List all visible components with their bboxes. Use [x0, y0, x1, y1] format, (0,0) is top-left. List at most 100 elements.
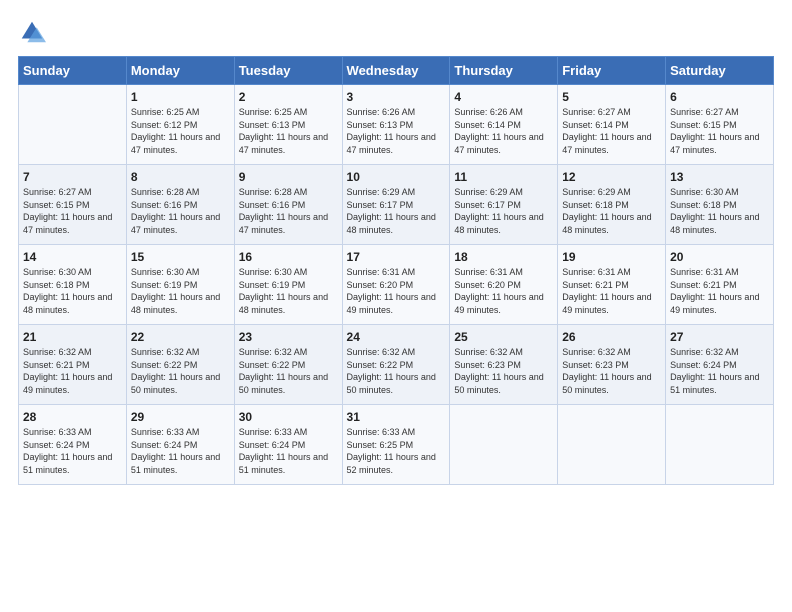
calendar-cell: 28Sunrise: 6:33 AMSunset: 6:24 PMDayligh… [19, 405, 127, 485]
calendar-cell: 31 Sunrise: 6:33 AMSunset: 6:25 PMDayligh… [342, 405, 450, 485]
cell-info: Sunrise: 6:25 AMSunset: 6:13 PMDaylight:… [239, 106, 338, 156]
calendar-cell: 9 Sunrise: 6:28 AMSunset: 6:16 PMDaylight… [234, 165, 342, 245]
cell-info: Sunrise: 6:33 AMSunset: 6:25 PMDaylight:… [347, 426, 446, 476]
day-number: 27 [670, 330, 769, 344]
calendar-cell: 13 Sunrise: 6:30 AMSunset: 6:18 PMDayligh… [666, 165, 774, 245]
day-number: 8 [131, 170, 230, 184]
cell-info: Sunrise: 6:30 AMSunset: 6:18 PMDaylight:… [23, 266, 122, 316]
calendar-cell: 6Sunrise: 6:27 AMSunset: 6:15 PMDaylight… [666, 85, 774, 165]
header-row: SundayMondayTuesdayWednesdayThursdayFrid… [19, 57, 774, 85]
week-row-3: 14Sunrise: 6:30 AMSunset: 6:18 PMDayligh… [19, 245, 774, 325]
cell-info: Sunrise: 6:26 AMSunset: 6:14 PMDaylight:… [454, 106, 553, 156]
calendar-cell: 17 Sunrise: 6:31 AMSunset: 6:20 PMDayligh… [342, 245, 450, 325]
calendar-cell: 19 Sunrise: 6:31 AMSunset: 6:21 PMDayligh… [558, 245, 666, 325]
calendar-cell: 26 Sunrise: 6:32 AMSunset: 6:23 PMDayligh… [558, 325, 666, 405]
cell-info: Sunrise: 6:30 AMSunset: 6:19 PMDaylight:… [131, 266, 230, 316]
day-number: 4 [454, 90, 553, 104]
day-number: 25 [454, 330, 553, 344]
day-number: 13 [670, 170, 769, 184]
day-number: 31 [347, 410, 446, 424]
day-number: 1 [131, 90, 230, 104]
cell-info: Sunrise: 6:31 AMSunset: 6:21 PMDaylight:… [670, 266, 769, 316]
calendar-cell: 4 Sunrise: 6:26 AMSunset: 6:14 PMDaylight… [450, 85, 558, 165]
calendar-cell: 18 Sunrise: 6:31 AMSunset: 6:20 PMDayligh… [450, 245, 558, 325]
cell-info: Sunrise: 6:32 AMSunset: 6:21 PMDaylight:… [23, 346, 122, 396]
week-row-1: 1 Sunrise: 6:25 AMSunset: 6:12 PMDaylight… [19, 85, 774, 165]
cell-info: Sunrise: 6:30 AMSunset: 6:19 PMDaylight:… [239, 266, 338, 316]
calendar-cell [450, 405, 558, 485]
day-number: 30 [239, 410, 338, 424]
calendar-cell: 27 Sunrise: 6:32 AMSunset: 6:24 PMDayligh… [666, 325, 774, 405]
calendar-cell: 16Sunrise: 6:30 AMSunset: 6:19 PMDayligh… [234, 245, 342, 325]
calendar-cell: 5 Sunrise: 6:27 AMSunset: 6:14 PMDaylight… [558, 85, 666, 165]
page: SundayMondayTuesdayWednesdayThursdayFrid… [0, 0, 792, 612]
day-number: 7 [23, 170, 122, 184]
calendar-cell: 1 Sunrise: 6:25 AMSunset: 6:12 PMDaylight… [126, 85, 234, 165]
day-number: 20 [670, 250, 769, 264]
cell-info: Sunrise: 6:27 AMSunset: 6:14 PMDaylight:… [562, 106, 661, 156]
cell-info: Sunrise: 6:29 AMSunset: 6:18 PMDaylight:… [562, 186, 661, 236]
cell-info: Sunrise: 6:31 AMSunset: 6:20 PMDaylight:… [347, 266, 446, 316]
day-number: 10 [347, 170, 446, 184]
day-number: 22 [131, 330, 230, 344]
cell-info: Sunrise: 6:26 AMSunset: 6:13 PMDaylight:… [347, 106, 446, 156]
day-number: 2 [239, 90, 338, 104]
header-day-monday: Monday [126, 57, 234, 85]
calendar-cell: 30Sunrise: 6:33 AMSunset: 6:24 PMDayligh… [234, 405, 342, 485]
cell-info: Sunrise: 6:32 AMSunset: 6:24 PMDaylight:… [670, 346, 769, 396]
day-number: 9 [239, 170, 338, 184]
cell-info: Sunrise: 6:33 AMSunset: 6:24 PMDaylight:… [131, 426, 230, 476]
calendar-cell: 2 Sunrise: 6:25 AMSunset: 6:13 PMDaylight… [234, 85, 342, 165]
calendar-cell: 10 Sunrise: 6:29 AMSunset: 6:17 PMDayligh… [342, 165, 450, 245]
calendar-cell: 20 Sunrise: 6:31 AMSunset: 6:21 PMDayligh… [666, 245, 774, 325]
calendar-cell: 25 Sunrise: 6:32 AMSunset: 6:23 PMDayligh… [450, 325, 558, 405]
calendar-table: SundayMondayTuesdayWednesdayThursdayFrid… [18, 56, 774, 485]
calendar-cell [558, 405, 666, 485]
week-row-4: 21 Sunrise: 6:32 AMSunset: 6:21 PMDayligh… [19, 325, 774, 405]
cell-info: Sunrise: 6:29 AMSunset: 6:17 PMDaylight:… [347, 186, 446, 236]
header-day-sunday: Sunday [19, 57, 127, 85]
cell-info: Sunrise: 6:32 AMSunset: 6:22 PMDaylight:… [131, 346, 230, 396]
header-day-saturday: Saturday [666, 57, 774, 85]
day-number: 12 [562, 170, 661, 184]
day-number: 19 [562, 250, 661, 264]
logo [18, 18, 48, 46]
calendar-cell: 24 Sunrise: 6:32 AMSunset: 6:22 PMDayligh… [342, 325, 450, 405]
cell-info: Sunrise: 6:32 AMSunset: 6:22 PMDaylight:… [347, 346, 446, 396]
day-number: 18 [454, 250, 553, 264]
cell-info: Sunrise: 6:25 AMSunset: 6:12 PMDaylight:… [131, 106, 230, 156]
day-number: 17 [347, 250, 446, 264]
calendar-cell: 29Sunrise: 6:33 AMSunset: 6:24 PMDayligh… [126, 405, 234, 485]
calendar-cell: 7 Sunrise: 6:27 AMSunset: 6:15 PMDaylight… [19, 165, 127, 245]
header [18, 18, 774, 46]
cell-info: Sunrise: 6:30 AMSunset: 6:18 PMDaylight:… [670, 186, 769, 236]
day-number: 26 [562, 330, 661, 344]
cell-info: Sunrise: 6:32 AMSunset: 6:23 PMDaylight:… [454, 346, 553, 396]
header-day-wednesday: Wednesday [342, 57, 450, 85]
cell-info: Sunrise: 6:32 AMSunset: 6:22 PMDaylight:… [239, 346, 338, 396]
logo-icon [18, 18, 46, 46]
day-number: 15 [131, 250, 230, 264]
day-number: 23 [239, 330, 338, 344]
cell-info: Sunrise: 6:32 AMSunset: 6:23 PMDaylight:… [562, 346, 661, 396]
day-number: 21 [23, 330, 122, 344]
calendar-cell [666, 405, 774, 485]
calendar-cell: 3Sunrise: 6:26 AMSunset: 6:13 PMDaylight… [342, 85, 450, 165]
day-number: 11 [454, 170, 553, 184]
day-number: 24 [347, 330, 446, 344]
cell-info: Sunrise: 6:29 AMSunset: 6:17 PMDaylight:… [454, 186, 553, 236]
cell-info: Sunrise: 6:28 AMSunset: 6:16 PMDaylight:… [239, 186, 338, 236]
week-row-5: 28Sunrise: 6:33 AMSunset: 6:24 PMDayligh… [19, 405, 774, 485]
header-day-thursday: Thursday [450, 57, 558, 85]
header-day-tuesday: Tuesday [234, 57, 342, 85]
day-number: 5 [562, 90, 661, 104]
cell-info: Sunrise: 6:31 AMSunset: 6:21 PMDaylight:… [562, 266, 661, 316]
cell-info: Sunrise: 6:27 AMSunset: 6:15 PMDaylight:… [23, 186, 122, 236]
calendar-cell: 14Sunrise: 6:30 AMSunset: 6:18 PMDayligh… [19, 245, 127, 325]
cell-info: Sunrise: 6:31 AMSunset: 6:20 PMDaylight:… [454, 266, 553, 316]
calendar-cell: 22 Sunrise: 6:32 AMSunset: 6:22 PMDayligh… [126, 325, 234, 405]
calendar-cell: 23 Sunrise: 6:32 AMSunset: 6:22 PMDayligh… [234, 325, 342, 405]
calendar-cell: 11 Sunrise: 6:29 AMSunset: 6:17 PMDayligh… [450, 165, 558, 245]
cell-info: Sunrise: 6:27 AMSunset: 6:15 PMDaylight:… [670, 106, 769, 156]
cell-info: Sunrise: 6:33 AMSunset: 6:24 PMDaylight:… [23, 426, 122, 476]
